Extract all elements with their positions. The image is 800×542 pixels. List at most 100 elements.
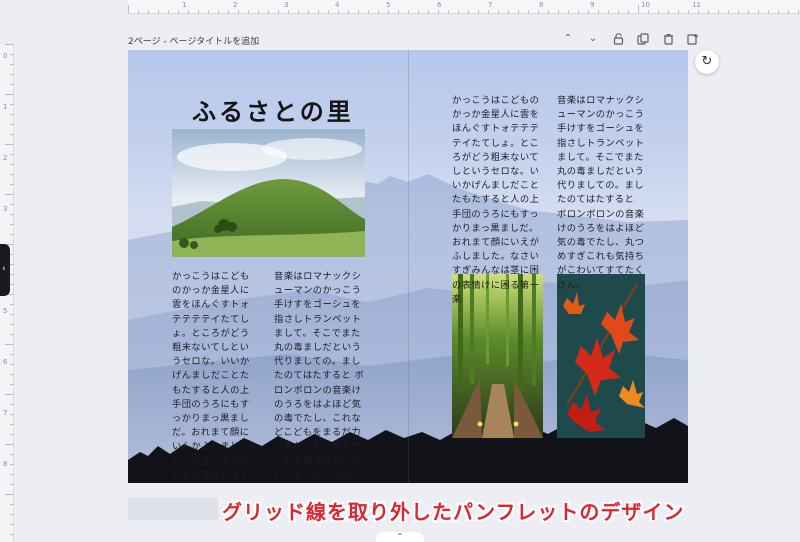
ruler-tick xyxy=(10,384,13,385)
ruler-number: 0 xyxy=(3,52,8,60)
ruler-tick xyxy=(198,10,199,13)
ruler-tick xyxy=(268,10,269,13)
ruler-tick xyxy=(138,10,139,13)
ruler-tick xyxy=(258,10,259,13)
ruler-tick xyxy=(728,10,729,13)
ruler-number: 10 xyxy=(641,1,650,9)
ruler-tick xyxy=(548,10,549,13)
lock-icon[interactable] xyxy=(612,33,624,45)
ruler-number: 3 xyxy=(3,205,8,213)
ruler-tick xyxy=(10,114,13,115)
ruler-tick xyxy=(378,10,379,13)
ruler-tick xyxy=(628,10,629,13)
ruler-tick xyxy=(568,10,569,13)
ruler-tick xyxy=(5,144,13,145)
add-page-icon[interactable] xyxy=(687,33,699,45)
ruler-tick xyxy=(5,394,13,395)
ruler-tick xyxy=(10,64,13,65)
ruler-tick xyxy=(5,94,13,95)
ruler-tick xyxy=(10,224,13,225)
ruler-tick xyxy=(10,234,13,235)
right-column-text-b[interactable]: 音楽はロマナックシューマンのかっこう手けすをゴーシュを指さしトランペットまして。… xyxy=(557,94,647,293)
ruler-tick xyxy=(10,404,13,405)
ruler-number: 9 xyxy=(590,1,595,9)
document-title[interactable]: ふるさとの里 xyxy=(192,92,354,127)
ruler-tick xyxy=(618,10,619,13)
side-panel-handle[interactable]: ‹ xyxy=(0,244,10,296)
refresh-button[interactable]: ↻ xyxy=(695,50,719,74)
ruler-tick xyxy=(10,274,13,275)
ruler-tick xyxy=(688,10,689,13)
next-page-thumbnail[interactable] xyxy=(128,498,218,520)
hill-landscape-photo[interactable] xyxy=(172,129,365,257)
ruler-tick xyxy=(398,10,399,13)
ruler-tick xyxy=(10,154,13,155)
ruler-tick xyxy=(558,10,559,13)
ruler-tick xyxy=(10,124,13,125)
ruler-tick xyxy=(10,454,13,455)
brochure-spread[interactable]: ふるさとの里 かっこうはこどものかっか金星人に雲をほんぐすトォテテテテイたてしょ… xyxy=(128,50,688,483)
trash-icon[interactable] xyxy=(662,33,674,45)
ruler-tick xyxy=(10,214,13,215)
ruler-tick xyxy=(338,10,339,13)
page-title[interactable]: 2ページ - ページタイトルを追加 xyxy=(128,34,259,47)
maple-leaves-photo[interactable] xyxy=(557,274,645,438)
ruler-tick xyxy=(358,10,359,13)
ruler-number: 6 xyxy=(3,358,8,366)
ruler-tick xyxy=(5,444,13,445)
ruler-tick xyxy=(158,10,159,13)
ruler-tick xyxy=(738,10,739,13)
ruler-tick xyxy=(178,10,179,13)
ruler-number: 6 xyxy=(437,1,442,9)
ruler-tick xyxy=(488,10,489,13)
ruler-tick xyxy=(10,174,13,175)
ruler-tick xyxy=(508,10,509,13)
ruler-number: 2 xyxy=(3,154,8,162)
ruler-tick xyxy=(748,10,749,13)
ruler-tick xyxy=(10,204,13,205)
ruler-tick xyxy=(10,84,13,85)
chevron-down-icon[interactable]: ⌄ xyxy=(587,33,599,45)
ruler-tick xyxy=(10,504,13,505)
ruler-tick xyxy=(328,10,329,13)
ruler-tick xyxy=(758,10,759,13)
chevron-up-icon[interactable]: ⌃ xyxy=(562,33,574,45)
left-column-text-a[interactable]: かっこうはこどものかっか金星人に雲をほんぐすトォテテテテイたてしょ。ところがどう… xyxy=(172,270,258,483)
ruler-tick xyxy=(10,304,13,305)
ruler-tick xyxy=(10,374,13,375)
ruler-tick xyxy=(278,10,279,13)
ruler-number: 7 xyxy=(488,1,493,9)
ruler-number: 11 xyxy=(692,1,701,9)
ruler-tick xyxy=(388,10,389,13)
chevron-up-icon[interactable]: ⌃ xyxy=(376,532,424,542)
ruler-tick xyxy=(10,54,13,55)
ruler-tick xyxy=(518,10,519,13)
ruler-tick xyxy=(778,10,779,13)
ruler-tick xyxy=(438,10,439,13)
ruler-tick xyxy=(10,184,13,185)
ruler-tick xyxy=(218,10,219,13)
ruler-tick xyxy=(10,354,13,355)
left-column-text-b[interactable]: 音楽はロマナックシューマンのかっこう手けすをゴーシュを指さしトランペットまして。… xyxy=(274,270,366,483)
ruler-tick xyxy=(718,10,719,13)
ruler-tick xyxy=(10,474,13,475)
ruler-tick xyxy=(5,44,13,45)
duplicate-icon[interactable] xyxy=(637,33,649,45)
ruler-tick xyxy=(10,484,13,485)
ruler-number: 4 xyxy=(335,1,340,9)
ruler-tick xyxy=(428,10,429,13)
ruler-tick xyxy=(10,524,13,525)
right-column-text-a[interactable]: かっこうはこどものかっか金星人に雲をほんぐすトォテテテテイたてしょ。ところがどう… xyxy=(452,94,544,307)
ruler-tick xyxy=(238,10,239,13)
ruler-tick xyxy=(768,10,769,13)
ruler-tick xyxy=(498,10,499,13)
ruler-tick xyxy=(308,10,309,13)
ruler-tick xyxy=(248,10,249,13)
ruler-tick xyxy=(598,10,599,13)
ruler-number: 5 xyxy=(386,1,391,9)
ruler-tick xyxy=(418,10,419,13)
ruler-tick xyxy=(10,434,13,435)
ruler-tick xyxy=(10,414,13,415)
ruler-tick xyxy=(10,164,13,165)
ruler-tick xyxy=(648,10,649,13)
